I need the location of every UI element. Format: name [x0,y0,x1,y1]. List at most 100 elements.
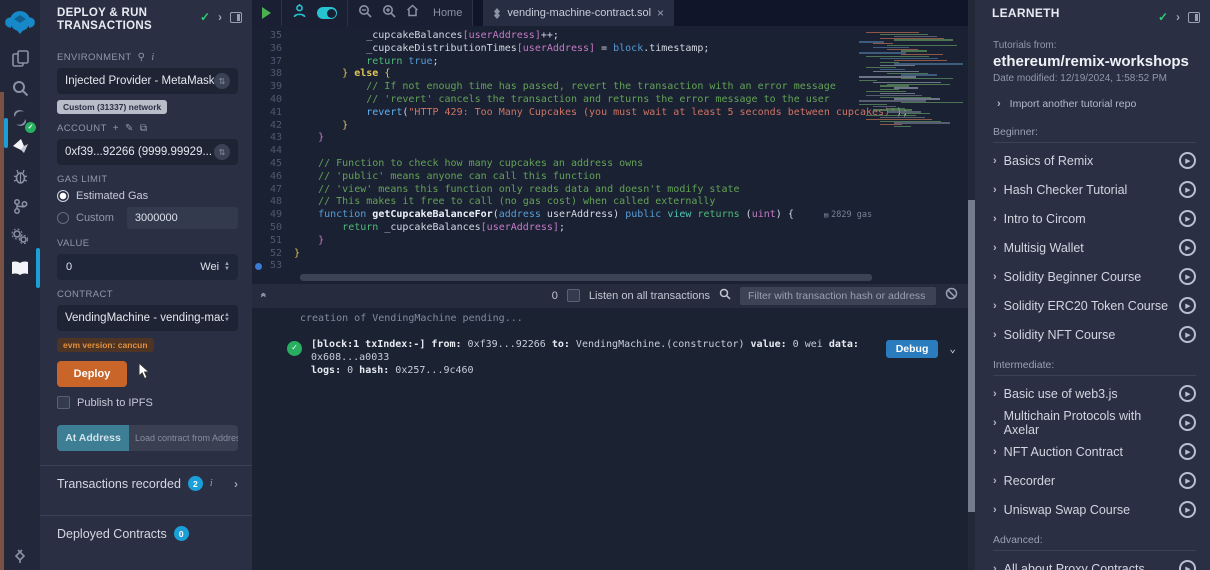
ai-copilot-icon[interactable] [292,4,307,23]
tutorial-play-icon[interactable]: ▶ [1179,560,1196,570]
contract-select[interactable]: VendingMachine - vending-machin ▲▼ [57,305,238,331]
line-number[interactable]: 36 [252,43,294,56]
sign-message-icon[interactable]: ✎ [125,123,134,134]
tutorial-item[interactable]: ›Solidity Beginner Course▶ [993,262,1196,291]
panel-divider-scrollbar[interactable] [968,0,975,570]
tutorial-item[interactable]: ›Basics of Remix▶ [993,146,1196,175]
environment-copy-icon[interactable]: ⇅ [214,73,230,89]
zoom-in-icon[interactable] [382,4,396,23]
line-number[interactable]: 39 [252,81,294,94]
at-address-button[interactable]: At Address [57,425,129,451]
line-number[interactable]: 48 [252,196,294,209]
deploy-run-icon[interactable] [8,134,32,158]
line-number[interactable]: 45 [252,158,294,171]
line-number[interactable]: 52 [252,248,294,261]
custom-gas-radio[interactable] [57,212,69,224]
clear-console-icon[interactable] [945,287,958,305]
estimated-gas-option[interactable]: Estimated Gas [57,190,238,202]
copilot-toggle[interactable] [317,7,337,19]
tutorial-item[interactable]: ›Recorder▶ [993,466,1196,495]
debugger-icon[interactable] [8,164,32,188]
tutorial-expand-icon[interactable]: › [993,300,997,312]
tutorial-play-icon[interactable]: ▶ [1179,385,1196,402]
tutorial-play-icon[interactable]: ▶ [1179,414,1196,431]
custom-gas-option[interactable]: Custom 3000000 [57,207,238,229]
tutorial-play-icon[interactable]: ▶ [1179,181,1196,198]
tutorial-expand-icon[interactable]: › [993,504,997,516]
tutorial-item[interactable]: ›Uniswap Swap Course▶ [993,495,1196,524]
settings-icon[interactable] [8,224,32,248]
tutorial-expand-icon[interactable]: › [993,242,997,254]
publish-ipfs-checkbox[interactable] [57,396,70,409]
learneth-book-icon[interactable] [8,256,32,280]
deploy-button[interactable]: Deploy [57,361,127,387]
account-copy-icon[interactable]: ⇅ [214,144,230,160]
git-icon[interactable] [8,194,32,218]
tx-expand-icon[interactable]: ⌄ [949,342,956,355]
panel-collapse-icon[interactable]: › [218,10,222,24]
line-number[interactable]: 51 [252,235,294,248]
tutorial-expand-icon[interactable]: › [993,388,997,400]
tutorial-item[interactable]: ›Solidity ERC20 Token Course▶ [993,291,1196,320]
copy-account-icon[interactable]: ⧉ [140,123,148,134]
tutorial-play-icon[interactable]: ▶ [1179,472,1196,489]
tutorial-item[interactable]: ›Hash Checker Tutorial▶ [993,175,1196,204]
env-info-icon[interactable]: i [151,52,154,63]
deployed-contracts-row[interactable]: Deployed Contracts 0 [40,515,252,551]
add-account-icon[interactable]: + [113,123,119,134]
editor-minimap[interactable] [878,32,962,128]
code-editor[interactable]: 35 _cupcakeBalances[userAddress]++;36 _c… [252,26,968,284]
tab-close-icon[interactable]: × [657,6,664,20]
tutorial-play-icon[interactable]: ▶ [1179,443,1196,460]
transactions-recorded-row[interactable]: Transactions recorded 2 i › [40,465,252,501]
terminal-filter-input[interactable]: Filter with transaction hash or address [740,287,936,305]
home-tab-label[interactable]: Home [433,7,462,19]
tutorial-item[interactable]: ›NFT Auction Contract▶ [993,437,1196,466]
debug-button[interactable]: Debug [886,340,939,358]
line-number[interactable]: 37 [252,56,294,69]
tutorial-item[interactable]: ›Multisig Wallet▶ [993,233,1196,262]
transaction-entry[interactable]: ✓ [block:1 txIndex:-] from: 0xf39...9226… [287,338,960,377]
learneth-collapse-icon[interactable]: › [1176,10,1180,24]
line-number[interactable]: 40 [252,94,294,107]
value-unit-select[interactable]: Wei ▲▼ [192,261,238,273]
tutorial-play-icon[interactable]: ▶ [1179,210,1196,227]
at-address-input[interactable]: Load contract from Addres [129,425,238,451]
zoom-out-icon[interactable] [358,4,372,23]
run-script-icon[interactable] [262,7,271,19]
line-number[interactable]: 38 [252,68,294,81]
tutorial-expand-icon[interactable]: › [993,155,997,167]
line-number[interactable]: 42 [252,120,294,133]
home-icon[interactable] [406,4,419,22]
listen-all-checkbox[interactable] [567,289,580,302]
tutorial-item[interactable]: ›Solidity NFT Course▶ [993,320,1196,349]
solidity-compiler-icon[interactable]: ✓ [8,106,32,130]
line-number[interactable]: 47 [252,184,294,197]
search-icon[interactable] [8,76,32,100]
transactions-expand-icon[interactable]: › [234,477,238,491]
tab-vending-machine-contract[interactable]: vending-machine-contract.sol × [483,0,674,26]
value-stepper[interactable]: ▲▼ [224,262,230,272]
tutorial-item[interactable]: ›All about Proxy Contracts▶ [993,554,1196,570]
tutorial-item[interactable]: ›Intro to Circom▶ [993,204,1196,233]
tutorial-play-icon[interactable]: ▶ [1179,152,1196,169]
tutorial-item[interactable]: ›Multichain Protocols with Axelar▶ [993,408,1196,437]
editor-horizontal-scrollbar[interactable] [300,274,872,281]
line-number[interactable]: 35 [252,30,294,43]
tutorial-expand-icon[interactable]: › [993,475,997,487]
tutorial-play-icon[interactable]: ▶ [1179,268,1196,285]
custom-gas-input[interactable]: 3000000 [127,207,238,229]
tutorial-play-icon[interactable]: ▶ [1179,326,1196,343]
transactions-info-icon[interactable]: i [210,478,213,489]
panel-pin-icon[interactable] [230,12,242,23]
estimated-gas-radio[interactable] [57,190,69,202]
tutorial-play-icon[interactable]: ▶ [1179,239,1196,256]
value-input[interactable]: 0 [57,261,192,273]
scrollbar-thumb[interactable] [968,200,975,512]
tutorial-play-icon[interactable]: ▶ [1179,297,1196,314]
terminal-output[interactable]: creation of VendingMachine pending... ✓ … [252,308,968,570]
line-number[interactable]: 50 [252,222,294,235]
tutorial-expand-icon[interactable]: › [993,329,997,341]
tutorial-expand-icon[interactable]: › [993,446,997,458]
environment-select[interactable]: Injected Provider - MetaMask ⇅ [57,68,238,94]
